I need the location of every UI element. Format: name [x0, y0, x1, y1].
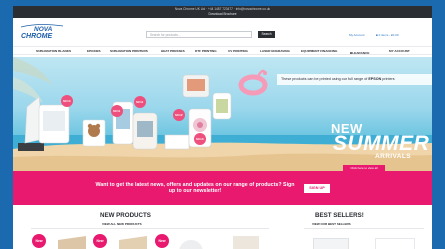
download-brochure-link[interactable]: Download Brochure	[13, 12, 432, 17]
new-badge: New	[155, 234, 169, 248]
nova-chrome-logo[interactable]: NOVA CHROME	[19, 23, 75, 41]
divider	[304, 228, 424, 229]
price-tag: SC12	[175, 113, 183, 117]
main-nav: SUBLIMATION BLANKS EPOXIES SUBLIMATION P…	[13, 46, 432, 55]
nav-item-equipment-financing[interactable]: EQUIPMENT FINANCING	[301, 49, 337, 53]
nav-item-epoxies[interactable]: EPOXIES	[87, 49, 101, 53]
nav-item-heat-presses[interactable]: HEAT PRESSES	[161, 49, 185, 53]
nav-item-laser-engraving[interactable]: LASER ENGRAVING	[260, 49, 290, 53]
nav-item-sublimation-blanks[interactable]: SUBLIMATION BLANKS	[36, 49, 71, 53]
basket-link[interactable]: ■ 0 items - £0.00	[376, 33, 399, 37]
price-tag: SC13	[196, 137, 204, 141]
top-info-bar: Nova Chrome UK Ltd · +44 1487 723477 · i…	[13, 6, 432, 18]
product-thumb[interactable]	[58, 236, 86, 249]
product-thumb[interactable]	[179, 240, 203, 249]
browser-page: Nova Chrome UK Ltd · +44 1487 723477 · i…	[13, 6, 432, 249]
product-thumb[interactable]	[119, 236, 147, 249]
product-thumb[interactable]	[233, 236, 259, 249]
my-account-link[interactable]: My Account	[349, 33, 365, 37]
search-input[interactable]: Search for products...	[146, 31, 252, 38]
epson-brand: EPSON	[368, 77, 382, 81]
price-tag: SC10	[63, 99, 71, 103]
new-badge: New	[32, 234, 46, 248]
logo-line2: CHROME	[21, 33, 52, 40]
nav-item-dtf-printing[interactable]: DTF PRINTING	[195, 49, 217, 53]
divider	[31, 228, 269, 229]
best-seller-thumb[interactable]	[375, 238, 415, 249]
search-button[interactable]: Search	[258, 31, 275, 38]
best-sellers-title: BEST SELLERS!	[315, 212, 364, 219]
new-badge: New	[93, 234, 107, 248]
view-best-sellers-link[interactable]: VIEW OUR BEST SELLERS	[312, 222, 351, 226]
new-products-title: NEW PRODUCTS	[100, 212, 151, 219]
price-tag: SC11	[113, 109, 121, 113]
epson-note: These products can be printed using our …	[281, 77, 395, 81]
logo-line1: NOVA	[34, 26, 53, 33]
nav-item-sublimation-printers[interactable]: SUBLIMATION PRINTERS	[110, 49, 148, 53]
site-header: NOVA CHROME Search for products... Searc…	[13, 18, 432, 46]
hero-banner[interactable]: SC10 SC11 SC11 SC12 SC13 These products …	[13, 57, 432, 171]
basket-total: 0 items - £0.00	[378, 33, 399, 37]
newsletter-text: Want to get the latest news, offers and …	[95, 182, 295, 194]
nav-item-uv-printing[interactable]: UV PRINTING	[228, 49, 248, 53]
hero-headline-arrivals: ARRIVALS	[375, 153, 411, 160]
sign-up-button[interactable]: SIGN UP	[304, 184, 330, 193]
price-tag: SC11	[136, 100, 144, 104]
view-new-products-link[interactable]: VIEW ALL NEW PRODUCTS	[102, 222, 142, 226]
best-seller-thumb[interactable]	[313, 238, 349, 249]
nav-item-my-account[interactable]: MY ACCOUNT	[389, 49, 410, 53]
